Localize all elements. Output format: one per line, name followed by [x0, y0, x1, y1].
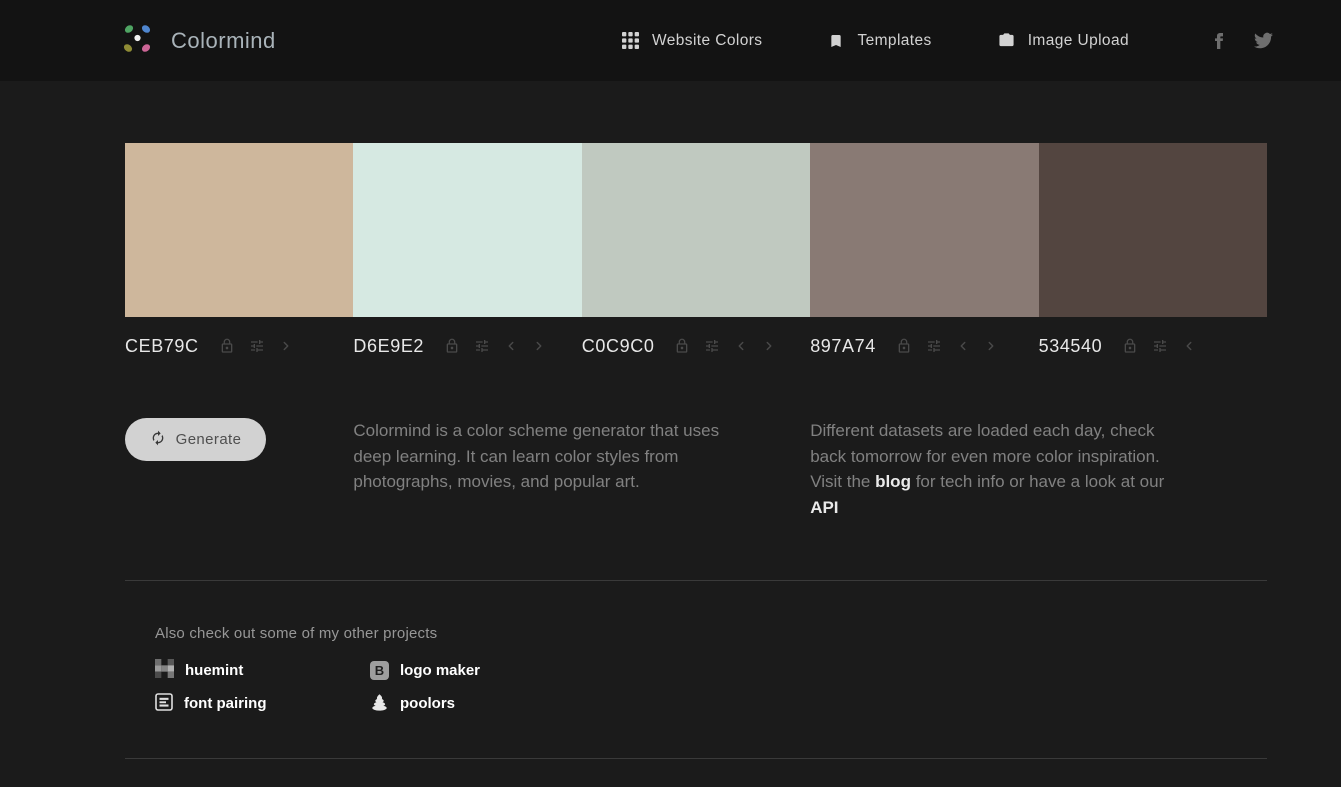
chevron-left-icon[interactable] [504, 339, 518, 353]
color-swatch[interactable] [582, 143, 810, 317]
main-content: CEB79C D6E9E2 [125, 143, 1267, 759]
palette-color-controls: CEB79C [125, 332, 353, 360]
color-swatch[interactable] [1039, 143, 1267, 317]
nav-links: Website Colors Templates Image Upload [622, 32, 1129, 50]
nav-item-templates[interactable]: Templates [828, 32, 931, 50]
palette-labels: CEB79C D6E9E2 [125, 332, 1267, 360]
grid-icon [622, 32, 639, 49]
projects-grid: huemint B logo maker font pairing [155, 659, 1267, 715]
refresh-icon [150, 430, 166, 450]
about-right-text-middle: for tech info or have a look at our [911, 472, 1164, 491]
social-links [1211, 31, 1273, 50]
color-hex-label[interactable]: CEB79C [125, 336, 199, 357]
chevron-left-icon[interactable] [1182, 339, 1196, 353]
generate-button-label: Generate [176, 431, 242, 448]
brand[interactable]: Colormind [118, 19, 276, 62]
brand-name: Colormind [171, 28, 276, 54]
nav-item-image-upload[interactable]: Image Upload [998, 32, 1129, 50]
facebook-icon[interactable] [1211, 33, 1227, 49]
chevron-left-icon[interactable] [734, 339, 748, 353]
palette-color-controls: C0C9C0 [582, 332, 810, 360]
color-swatch[interactable] [810, 143, 1038, 317]
adjust-sliders-icon[interactable] [704, 338, 720, 354]
project-link-font-pairing[interactable]: font pairing [155, 692, 370, 715]
palette-color-controls: D6E9E2 [353, 332, 581, 360]
about-paragraph-left: Colormind is a color scheme generator th… [353, 418, 810, 520]
chevron-left-icon[interactable] [956, 339, 970, 353]
api-link[interactable]: API [810, 498, 838, 517]
lock-icon[interactable] [896, 338, 912, 354]
color-hex-label[interactable]: 897A74 [810, 336, 876, 357]
lock-icon[interactable] [1122, 338, 1138, 354]
nav-item-label: Templates [857, 32, 931, 50]
logo-maker-icon: B [370, 661, 389, 680]
color-hex-label[interactable]: C0C9C0 [582, 336, 655, 357]
twitter-icon[interactable] [1254, 31, 1273, 50]
nav-item-label: Website Colors [652, 32, 762, 50]
adjust-sliders-icon[interactable] [1152, 338, 1168, 354]
font-pairing-icon [155, 693, 173, 715]
project-label: logo maker [400, 662, 480, 679]
huemint-icon [155, 659, 174, 682]
content-row: Generate Colormind is a color scheme gen… [125, 418, 1267, 520]
adjust-sliders-icon[interactable] [249, 338, 265, 354]
projects-section: Also check out some of my other projects… [155, 625, 1267, 715]
projects-heading: Also check out some of my other projects [155, 625, 1267, 642]
color-hex-label[interactable]: D6E9E2 [353, 336, 424, 357]
chevron-right-icon[interactable] [532, 339, 546, 353]
palette [125, 143, 1267, 317]
lock-icon[interactable] [444, 338, 460, 354]
adjust-sliders-icon[interactable] [474, 338, 490, 354]
palette-color-controls: 897A74 [810, 332, 1038, 360]
colormind-logo-icon [118, 19, 156, 62]
about-paragraph-right: Different datasets are loaded each day, … [810, 418, 1267, 520]
color-hex-label[interactable]: 534540 [1039, 336, 1103, 357]
palette-color-controls: 534540 [1039, 332, 1267, 360]
lock-icon[interactable] [674, 338, 690, 354]
project-link-poolors[interactable]: poolors [370, 692, 480, 715]
color-swatch[interactable] [353, 143, 581, 317]
lock-icon[interactable] [219, 338, 235, 354]
adjust-sliders-icon[interactable] [926, 338, 942, 354]
poolors-icon [370, 692, 389, 715]
navbar: Colormind Website Colors Templates [0, 0, 1341, 81]
project-label: font pairing [184, 695, 267, 712]
divider-bottom [125, 758, 1267, 759]
project-link-huemint[interactable]: huemint [155, 659, 370, 682]
project-label: huemint [185, 662, 243, 679]
camera-icon [998, 32, 1015, 49]
color-swatch[interactable] [125, 143, 353, 317]
blog-link[interactable]: blog [875, 472, 911, 491]
chevron-right-icon[interactable] [279, 339, 293, 353]
generate-button[interactable]: Generate [125, 418, 266, 461]
nav-item-website-colors[interactable]: Website Colors [622, 32, 762, 50]
nav-item-label: Image Upload [1028, 32, 1129, 50]
project-link-logo-maker[interactable]: B logo maker [370, 659, 480, 682]
chevron-right-icon[interactable] [762, 339, 776, 353]
divider-top [125, 580, 1267, 581]
chevron-right-icon[interactable] [984, 339, 998, 353]
bookmark-icon [828, 33, 844, 49]
project-label: poolors [400, 695, 455, 712]
